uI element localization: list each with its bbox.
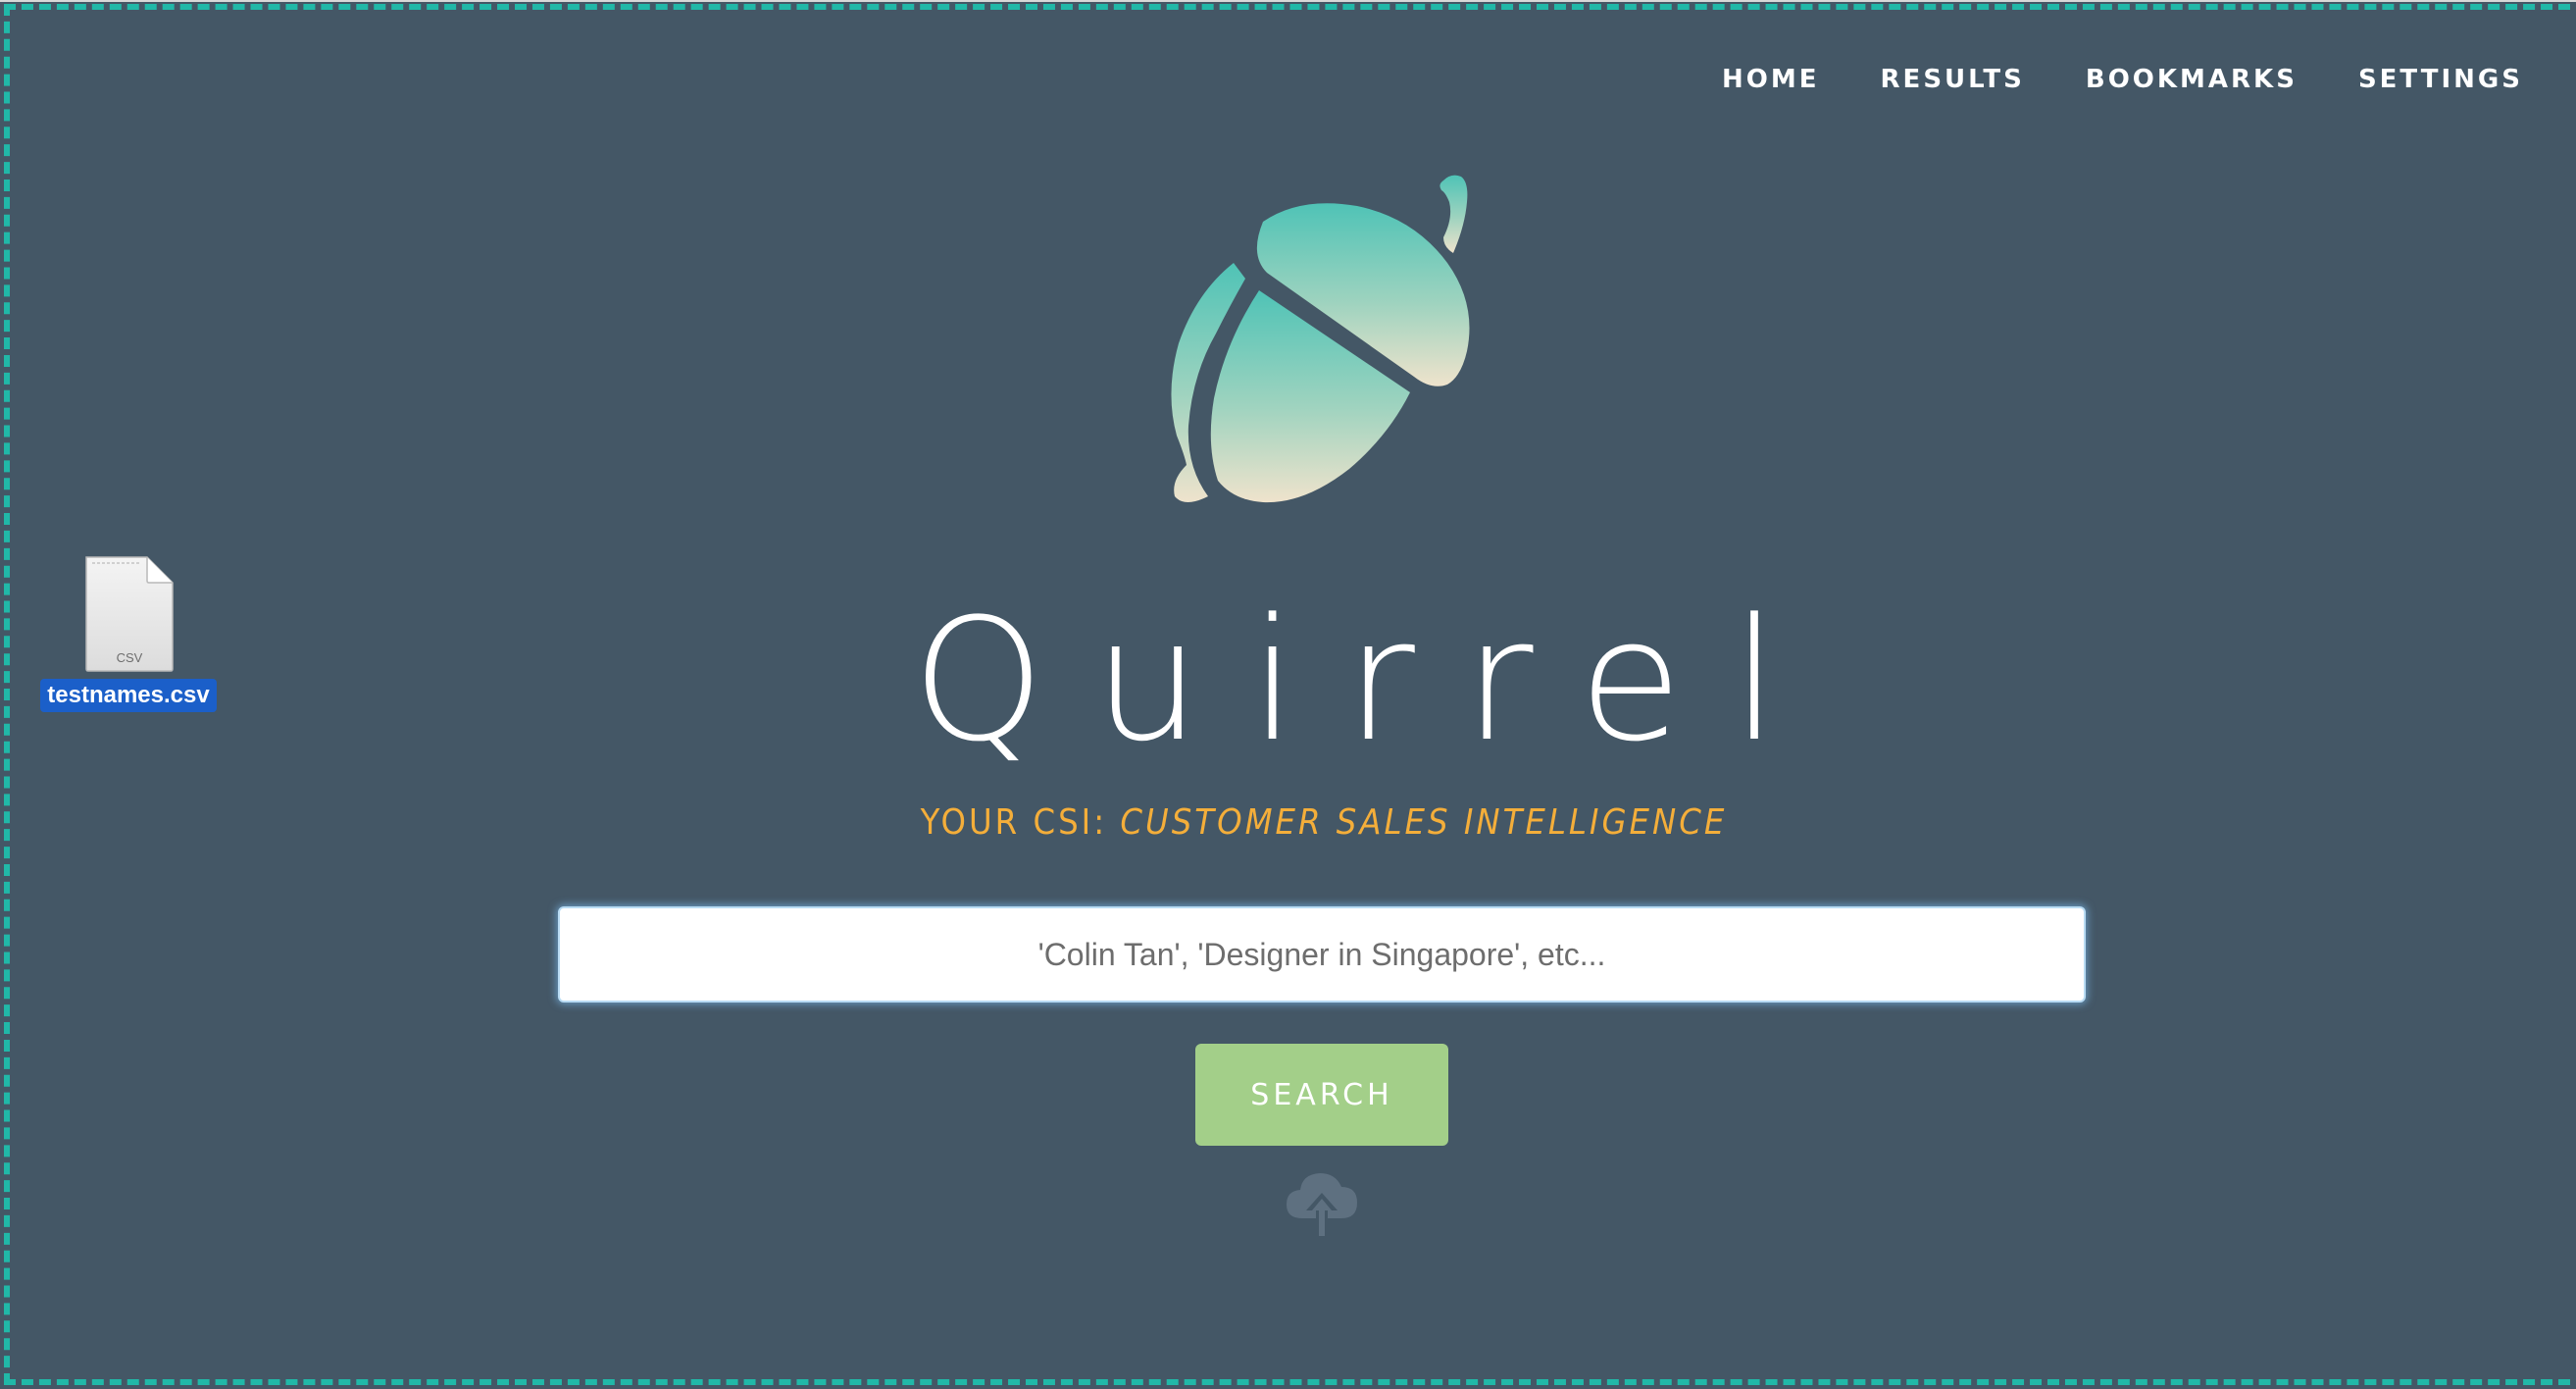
tagline-emphasis: CUSTOMER SALES INTELLIGENCE xyxy=(1120,802,1728,843)
nav-home[interactable]: HOME xyxy=(1722,65,1820,94)
desktop-file-testnames[interactable]: CSV testnames.csv xyxy=(33,555,224,712)
tagline-prefix: YOUR CSI: xyxy=(920,802,1121,843)
cloud-upload-icon[interactable] xyxy=(1285,1169,1359,1240)
nav-bookmarks[interactable]: BOOKMARKS xyxy=(2086,65,2298,94)
main-nav: HOME RESULTS BOOKMARKS SETTINGS xyxy=(1722,65,2523,94)
search-button[interactable]: SEARCH xyxy=(1195,1044,1448,1146)
file-name-label[interactable]: testnames.csv xyxy=(40,679,217,712)
window-top-edge xyxy=(0,0,2576,2)
search-input[interactable] xyxy=(558,906,2086,1003)
brand-title: Quirrel xyxy=(912,582,1828,779)
csv-file-icon[interactable]: CSV xyxy=(82,555,175,673)
nav-results[interactable]: RESULTS xyxy=(1881,65,2025,94)
file-type-label: CSV xyxy=(117,650,143,665)
acorn-logo-icon xyxy=(1171,175,1470,503)
tagline: YOUR CSI: CUSTOMER SALES INTELLIGENCE xyxy=(883,802,1765,843)
nav-settings[interactable]: SETTINGS xyxy=(2358,65,2523,94)
